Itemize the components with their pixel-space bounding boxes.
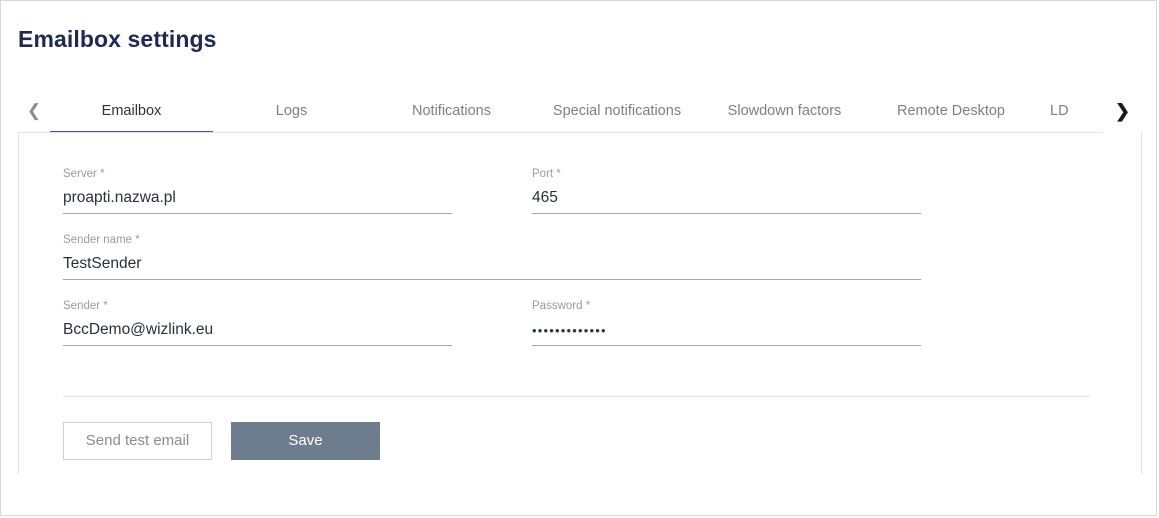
tab-emailbox[interactable]: Emailbox (50, 89, 213, 133)
tab-label: Slowdown factors (727, 103, 842, 119)
tab-label: Special notifications (552, 103, 682, 119)
tab-notifications[interactable]: Notifications (370, 89, 533, 133)
field-label: Sender name * (63, 234, 140, 246)
server-input[interactable]: proapti.nazwa.pl (63, 187, 452, 214)
tab-logs[interactable]: Logs (213, 89, 370, 133)
field-value: ••••••••••••• (532, 323, 607, 338)
form-row-sender-password: Sender * BccDemo@wizlink.eu Password * •… (63, 300, 1099, 366)
tab-ldap[interactable]: LD (1034, 89, 1104, 133)
field-value: 465 (532, 189, 558, 206)
form-row-sender-name: Sender name * TestSender (63, 234, 1099, 300)
page-title: Emailbox settings (18, 26, 217, 52)
password-input[interactable]: ••••••••••••• (532, 319, 921, 346)
chevron-right-icon[interactable]: ❯ (1115, 102, 1130, 120)
tab-label: LD (1050, 103, 1069, 119)
field-sender: Sender * BccDemo@wizlink.eu (63, 300, 452, 346)
field-label: Server * (63, 168, 105, 180)
field-label: Password * (532, 300, 591, 312)
tab-strip: ❮ Emailbox Logs Notifications Special no… (18, 89, 1142, 133)
field-value: BccDemo@wizlink.eu (63, 321, 214, 338)
send-test-email-button[interactable]: Send test email (63, 422, 212, 460)
field-password: Password * ••••••••••••• (532, 300, 921, 346)
tab-remote-desktop[interactable]: Remote Desktop (868, 89, 1034, 133)
save-button[interactable]: Save (231, 422, 380, 460)
port-input[interactable]: 465 (532, 187, 921, 214)
field-value: TestSender (63, 255, 142, 272)
field-port: Port * 465 (532, 168, 921, 214)
form-divider (63, 396, 1091, 397)
field-server: Server * proapti.nazwa.pl (63, 168, 452, 214)
tab-label: Logs (275, 103, 308, 119)
action-button-bar: Send test email Save (63, 422, 380, 460)
tab-label: Notifications (412, 103, 491, 119)
field-sender-name: Sender name * TestSender (63, 234, 921, 280)
sender-name-input[interactable]: TestSender (63, 253, 921, 280)
tab-slowdown-factors[interactable]: Slowdown factors (701, 89, 868, 133)
field-label: Sender * (63, 300, 108, 312)
chevron-left-icon[interactable]: ❮ (18, 89, 50, 133)
field-label: Port * (532, 168, 561, 180)
tab-list: Emailbox Logs Notifications Special noti… (50, 89, 1142, 133)
settings-card: Server * proapti.nazwa.pl Port * 465 Sen… (18, 132, 1142, 474)
field-value: proapti.nazwa.pl (63, 189, 176, 206)
tab-special-notifications[interactable]: Special notifications (533, 89, 701, 133)
page-frame: Emailbox settings ❮ Emailbox Logs Notifi… (0, 0, 1157, 516)
tab-label: Remote Desktop (897, 103, 1005, 119)
form-row-server-port: Server * proapti.nazwa.pl Port * 465 (63, 168, 1099, 234)
sender-input[interactable]: BccDemo@wizlink.eu (63, 319, 452, 346)
tab-label: Emailbox (101, 103, 162, 119)
tab-scroll-right-area[interactable]: ❯ (1103, 89, 1142, 133)
emailbox-form: Server * proapti.nazwa.pl Port * 465 Sen… (63, 168, 1099, 366)
